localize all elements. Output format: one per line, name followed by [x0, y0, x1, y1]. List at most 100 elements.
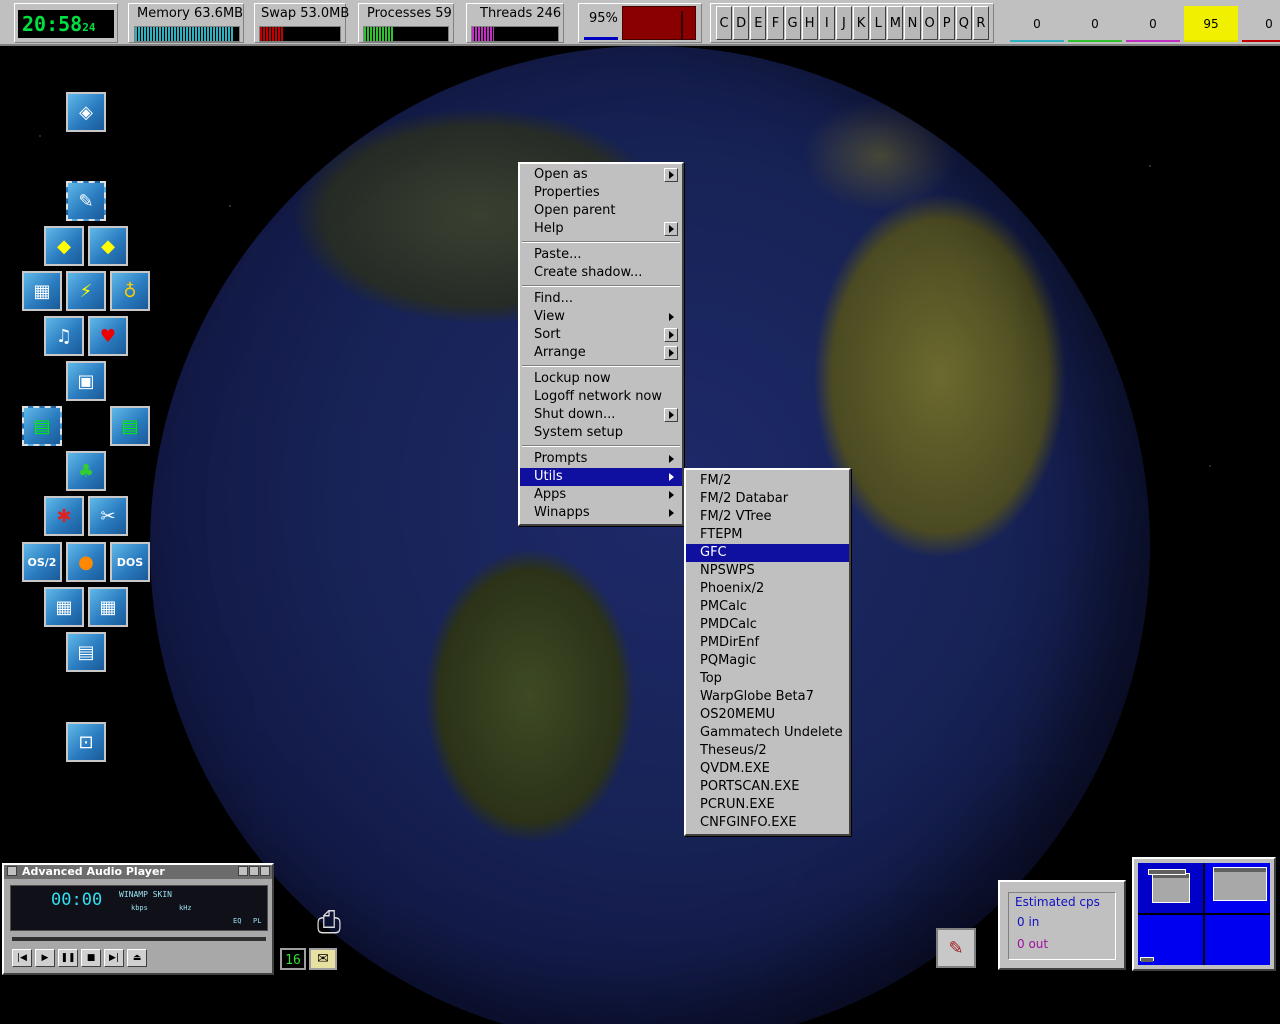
drive-button-o[interactable]: O — [921, 6, 938, 40]
pager-desktop-3[interactable] — [1138, 915, 1203, 965]
drive-button-g[interactable]: G — [784, 6, 801, 40]
drive-button-q[interactable]: Q — [955, 6, 972, 40]
dock-icon-apple[interactable]: ● — [66, 542, 106, 582]
menu-item-open-parent[interactable]: Open parent — [520, 202, 682, 220]
dock-icon-calendar[interactable]: ▦ — [22, 271, 62, 311]
utils-item-theseus-2[interactable]: Theseus/2 — [686, 742, 849, 760]
menu-item-utils[interactable]: Utils — [520, 468, 682, 486]
drive-button-p[interactable]: P — [938, 6, 955, 40]
drive-button-r[interactable]: R — [972, 6, 989, 40]
mail-icon[interactable]: ✉ — [309, 948, 337, 970]
utils-item-pmdirenf[interactable]: PMDirEnf — [686, 634, 849, 652]
submenu-arrow-button[interactable] — [664, 346, 678, 360]
player-system-menu-icon[interactable] — [7, 866, 17, 876]
menu-item-create-shadow[interactable]: Create shadow... — [520, 264, 682, 282]
submenu-arrow-button[interactable] — [664, 168, 678, 182]
drive-button-j[interactable]: J — [835, 6, 852, 40]
menu-item-find[interactable]: Find... — [520, 290, 682, 308]
player-play-button[interactable]: ▶ — [35, 949, 55, 967]
player-pl-button[interactable]: PL — [253, 917, 261, 925]
desktop-shortcut-icon[interactable]: ✎ — [936, 928, 976, 968]
dock-icon-settings[interactable]: ◈ — [66, 92, 106, 132]
utils-item-warpglobe-beta7[interactable]: WarpGlobe Beta7 — [686, 688, 849, 706]
player-titlebar[interactable]: Advanced Audio Player — [4, 865, 272, 879]
pager-desktop-2[interactable] — [1205, 863, 1270, 913]
dock-icon-chart-2[interactable]: ▤ — [110, 406, 150, 446]
dock-icon-tools[interactable]: ✂ — [88, 496, 128, 536]
drive-button-n[interactable]: N — [904, 6, 921, 40]
utils-item-ftepm[interactable]: FTEPM — [686, 526, 849, 544]
dock-icon-os2[interactable]: OS/2 — [22, 542, 62, 582]
dock-icon-cards[interactable]: ♥ — [88, 316, 128, 356]
menu-item-winapps[interactable]: Winapps — [520, 504, 682, 522]
utils-item-qvdm-exe[interactable]: QVDM.EXE — [686, 760, 849, 778]
dock-icon-warning-1[interactable]: ◆ — [44, 226, 84, 266]
player-seek-bar[interactable] — [12, 937, 266, 941]
menu-item-open-as[interactable]: Open as — [520, 166, 682, 184]
dock-icon-warning-2[interactable]: ◆ — [88, 226, 128, 266]
utils-item-cnfginfo-exe[interactable]: CNFGINFO.EXE — [686, 814, 849, 832]
drive-button-l[interactable]: L — [870, 6, 887, 40]
menu-item-arrange[interactable]: Arrange — [520, 344, 682, 362]
utils-item-fm-2-databar[interactable]: FM/2 Databar — [686, 490, 849, 508]
dock-icon-monitor[interactable]: ▣ — [66, 361, 106, 401]
player-eject-button[interactable]: ⏏ — [127, 949, 147, 967]
clock-display[interactable]: 20:5824 — [18, 10, 114, 38]
drive-button-e[interactable]: E — [750, 6, 767, 40]
dock-icon-connect[interactable]: ⚡ — [66, 271, 106, 311]
drive-button-i[interactable]: I — [818, 6, 835, 40]
dock-icon-balloon[interactable]: ♁ — [110, 271, 150, 311]
utils-item-pmcalc[interactable]: PMCalc — [686, 598, 849, 616]
dock-icon-drawer[interactable]: ▤ — [66, 632, 106, 672]
menu-item-view[interactable]: View — [520, 308, 682, 326]
menu-item-lockup-now[interactable]: Lockup now — [520, 370, 682, 388]
dock-icon-chart-1[interactable]: ▤ — [21, 405, 63, 447]
utils-item-phoenix-2[interactable]: Phoenix/2 — [686, 580, 849, 598]
drive-button-h[interactable]: H — [801, 6, 818, 40]
player-next-button[interactable]: ▶| — [104, 949, 124, 967]
submenu-arrow-button[interactable] — [664, 222, 678, 236]
dock-icon-window-1[interactable]: ▦ — [44, 587, 84, 627]
menu-item-help[interactable]: Help — [520, 220, 682, 238]
drive-button-f[interactable]: F — [767, 6, 784, 40]
dock-icon-editor[interactable]: ✎ — [65, 180, 107, 222]
menu-item-sort[interactable]: Sort — [520, 326, 682, 344]
utils-item-pqmagic[interactable]: PQMagic — [686, 652, 849, 670]
drive-button-c[interactable]: C — [716, 6, 733, 40]
dock-icon-dos[interactable]: DOS — [110, 542, 150, 582]
drive-button-m[interactable]: M — [887, 6, 904, 40]
player-close-button[interactable] — [260, 866, 270, 876]
pager-desktop-4[interactable] — [1205, 915, 1270, 965]
player-pause-button[interactable]: ❚❚ — [58, 949, 78, 967]
utils-item-fm-2[interactable]: FM/2 — [686, 472, 849, 490]
player-previous-button[interactable]: |◀ — [12, 949, 32, 967]
menu-item-properties[interactable]: Properties — [520, 184, 682, 202]
dock-icon-window-2[interactable]: ▦ — [88, 587, 128, 627]
utils-item-npswps[interactable]: NPSWPS — [686, 562, 849, 580]
pager-desktop-1[interactable] — [1138, 863, 1203, 913]
menu-item-paste[interactable]: Paste... — [520, 246, 682, 264]
utils-item-portscan-exe[interactable]: PORTSCAN.EXE — [686, 778, 849, 796]
utils-item-gammatech-undelete[interactable]: Gammatech Undelete — [686, 724, 849, 742]
menu-item-apps[interactable]: Apps — [520, 486, 682, 504]
player-minimize-button[interactable] — [238, 866, 248, 876]
player-stop-button[interactable]: ■ — [81, 949, 101, 967]
utils-item-fm-2-vtree[interactable]: FM/2 VTree — [686, 508, 849, 526]
audio-player-window[interactable]: Advanced Audio Player 00:00 WINAMP SKIN … — [2, 863, 274, 975]
submenu-arrow-button[interactable] — [664, 408, 678, 422]
dock-icon-bug[interactable]: ✱ — [44, 496, 84, 536]
drive-button-d[interactable]: D — [733, 6, 750, 40]
menu-item-prompts[interactable]: Prompts — [520, 450, 682, 468]
drive-button-k[interactable]: K — [853, 6, 870, 40]
player-restore-button[interactable] — [249, 866, 259, 876]
virtual-desktop-pager[interactable] — [1132, 857, 1276, 971]
menu-item-shut-down[interactable]: Shut down... — [520, 406, 682, 424]
utils-item-top[interactable]: Top — [686, 670, 849, 688]
dock-icon-tree[interactable]: ♣ — [66, 451, 106, 491]
submenu-arrow-button[interactable] — [664, 328, 678, 342]
utils-item-pmdcalc[interactable]: PMDCalc — [686, 616, 849, 634]
utils-item-pcrun-exe[interactable]: PCRUN.EXE — [686, 796, 849, 814]
utils-item-os20memu[interactable]: OS20MEMU — [686, 706, 849, 724]
printer-icon[interactable]: ⎙ — [306, 902, 352, 942]
menu-item-logoff-network-now[interactable]: Logoff network now — [520, 388, 682, 406]
